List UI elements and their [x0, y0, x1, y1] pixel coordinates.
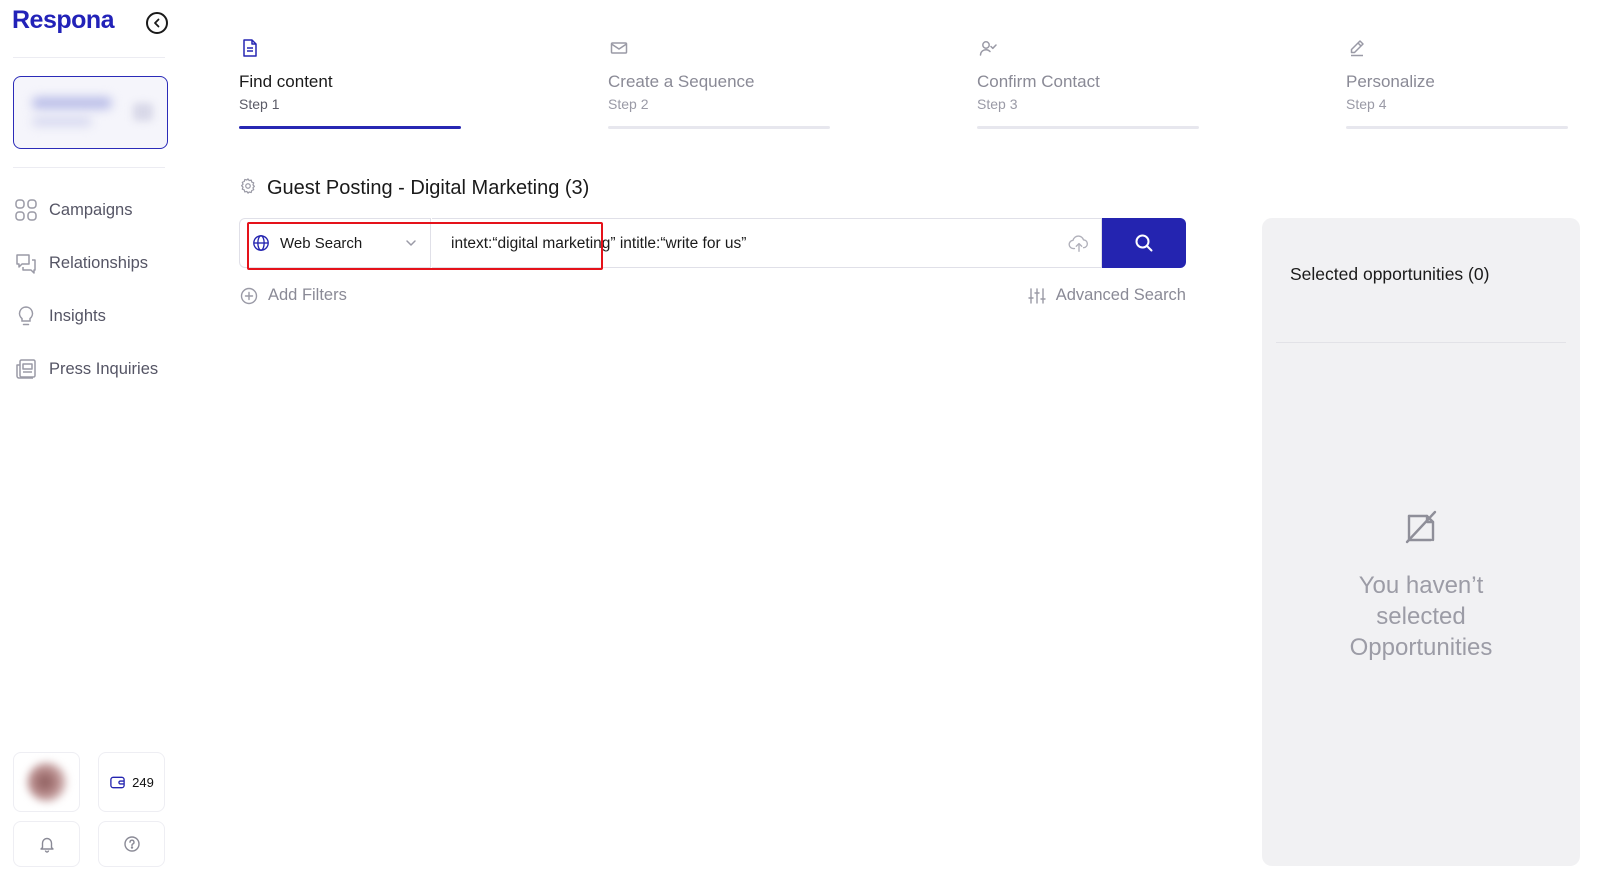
step-number: Step 2	[608, 96, 649, 112]
chevron-down-icon	[406, 240, 416, 246]
notifications-button[interactable]	[13, 821, 80, 867]
press-icon	[13, 356, 39, 382]
selected-opportunities-panel: Selected opportunities (0) You haven’t s…	[1262, 218, 1580, 866]
pen-icon	[1348, 38, 1366, 58]
sidebar-item-insights[interactable]: Insights	[13, 301, 106, 331]
step-find-content[interactable]: Find content Step 1	[239, 34, 461, 132]
credits-count: 249	[132, 774, 154, 790]
search-query-field	[432, 218, 1102, 269]
search-source-dropdown[interactable]: Web Search	[239, 218, 431, 268]
divider	[1276, 342, 1566, 343]
cloud-upload-icon	[1068, 235, 1088, 252]
step-title: Find content	[239, 72, 333, 91]
search-icon	[1135, 234, 1153, 252]
document-icon	[241, 38, 259, 58]
help-button[interactable]	[98, 821, 165, 867]
selected-opportunities-title: Selected opportunities (0)	[1290, 264, 1490, 284]
advanced-search-button[interactable]: Advanced Search	[1028, 286, 1186, 305]
step-progress-line	[1346, 126, 1568, 129]
account-switcher[interactable]	[13, 76, 168, 149]
search-button[interactable]	[1102, 218, 1186, 268]
no-selection-icon	[1403, 508, 1439, 544]
campaign-title: Guest Posting - Digital Marketing (3)	[267, 177, 590, 199]
advanced-search-label: Advanced Search	[1055, 286, 1186, 304]
step-number: Step 1	[239, 96, 280, 112]
user-check-icon	[979, 38, 997, 58]
search-input[interactable]	[432, 219, 1032, 269]
sidebar-item-label: Relationships	[49, 253, 149, 272]
empty-state-message: You haven’t selected Opportunities	[1349, 572, 1493, 661]
sidebar-item-campaigns[interactable]: Campaigns	[13, 195, 132, 225]
sidebar-item-label: Campaigns	[49, 200, 133, 219]
add-filters-button[interactable]: Add Filters	[240, 286, 347, 305]
step-progress-line	[239, 126, 461, 129]
bell-icon	[39, 837, 54, 853]
sidebar-item-label: Insights	[49, 306, 106, 325]
collapse-sidebar-button[interactable]	[146, 12, 168, 34]
settings-gear-icon[interactable]	[239, 177, 257, 200]
envelope-icon	[610, 38, 628, 58]
step-number: Step 3	[977, 96, 1018, 112]
campaign-header: Guest Posting - Digital Marketing (3)	[239, 177, 589, 200]
step-progress-line	[608, 126, 830, 129]
add-filters-label: Add Filters	[268, 286, 347, 304]
lightbulb-icon	[13, 303, 39, 329]
wallet-icon	[110, 776, 125, 788]
app-logo[interactable]: Respona	[12, 6, 115, 35]
search-bar: Web Search	[239, 218, 1186, 269]
sidebar-item-label: Press Inquiries	[49, 359, 159, 378]
globe-icon	[253, 235, 269, 251]
step-progress-line	[977, 126, 1199, 129]
step-title: Create a Sequence	[608, 72, 755, 91]
plus-circle-icon	[240, 287, 258, 304]
sliders-icon	[1028, 287, 1046, 304]
chevron-left-icon	[154, 18, 160, 28]
step-title: Personalize	[1346, 72, 1435, 91]
divider	[13, 167, 165, 168]
grid-icon	[13, 197, 39, 223]
help-icon	[123, 836, 140, 852]
chat-icon	[13, 250, 39, 276]
step-number: Step 4	[1346, 96, 1387, 112]
step-create-sequence[interactable]: Create a Sequence Step 2	[608, 34, 830, 132]
step-personalize[interactable]: Personalize Step 4	[1346, 34, 1568, 132]
upload-button[interactable]	[1067, 232, 1091, 256]
divider	[13, 57, 165, 58]
avatar[interactable]	[13, 752, 80, 812]
step-confirm-contact[interactable]: Confirm Contact Step 3	[977, 34, 1199, 132]
step-title: Confirm Contact	[977, 72, 1100, 91]
credits-button[interactable]: 249	[98, 752, 165, 812]
sidebar-item-press-inquiries[interactable]: Press Inquiries	[13, 354, 158, 384]
sidebar-item-relationships[interactable]: Relationships	[13, 248, 148, 278]
sidebar: Respona Campaigns Relationships Insights…	[0, 0, 178, 874]
search-source-value: Web Search	[280, 234, 363, 252]
